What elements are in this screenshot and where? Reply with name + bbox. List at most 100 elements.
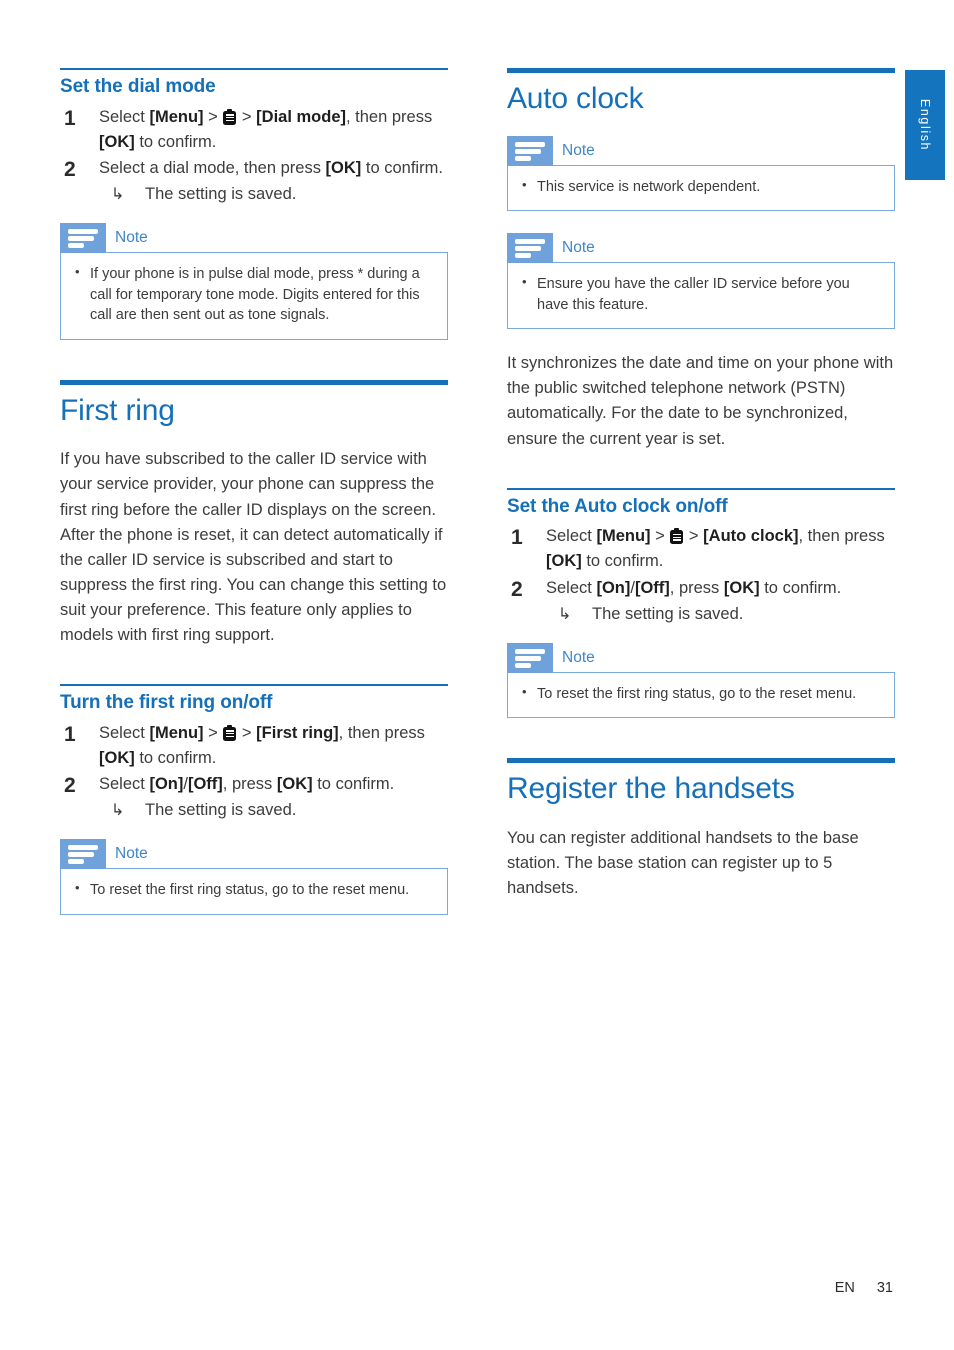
note-body: This service is network dependent.: [507, 164, 895, 212]
note-list: This service is network dependent.: [520, 176, 882, 198]
step-text: Select a dial mode, then press [OK] to c…: [99, 159, 443, 178]
emphasis-text: [Auto clock]: [703, 527, 799, 546]
step-item: 2 Select a dial mode, then press [OK] to…: [60, 156, 448, 207]
step-item: 1 Select [Menu] > > [Auto clock], then p…: [507, 524, 895, 574]
step-text: Select [Menu] > > [First ring], then pre…: [99, 723, 425, 767]
steps-set-auto-clock: 1 Select [Menu] > > [Auto clock], then p…: [507, 524, 895, 626]
note-title: Note: [562, 141, 595, 159]
paragraph-register-handsets: You can register additional handsets to …: [507, 828, 859, 898]
result-arrow-icon: ↳: [558, 605, 572, 623]
note-body: To reset the first ring status, go to th…: [507, 671, 895, 719]
emphasis-text: [OK]: [325, 159, 362, 178]
step-item: 1 Select [Menu] > > [First ring], then p…: [60, 721, 448, 771]
note-header: Note: [507, 135, 895, 166]
step-result-text: The setting is saved.: [145, 801, 297, 820]
step-text: Select [On]/[Off], press [OK] to confirm…: [99, 775, 395, 794]
section-register-handsets: Register the handsets You can register a…: [507, 758, 895, 901]
note-title: Note: [115, 229, 148, 247]
section-rule: [507, 487, 895, 490]
note-body: If your phone is in pulse dial mode, pre…: [60, 252, 448, 340]
steps-turn-first-ring: 1 Select [Menu] > > [First ring], then p…: [60, 721, 448, 823]
step-result: ↳ The setting is saved.: [99, 798, 448, 823]
note-icon: [60, 223, 106, 254]
emphasis-text: [Off]: [634, 578, 670, 597]
note-list: If your phone is in pulse dial mode, pre…: [73, 263, 435, 326]
step-text: Select [Menu] > > [Dial mode], then pres…: [99, 107, 433, 151]
emphasis-text: [First ring]: [256, 723, 339, 742]
note-header: Note: [60, 839, 448, 870]
menu-icon: [223, 724, 237, 741]
step-number: 2: [64, 774, 76, 798]
section-rule: [60, 684, 448, 686]
note-list: Ensure you have the caller ID service be…: [520, 273, 882, 315]
note-box-first-ring: Note To reset the first ring status, go …: [60, 839, 448, 915]
result-arrow-icon: ↳: [111, 186, 125, 204]
right-column: Auto clock Note This service is network …: [507, 68, 895, 919]
emphasis-text: [Menu]: [596, 527, 651, 546]
note-icon: [507, 233, 553, 264]
note-icon: [507, 135, 553, 166]
footer-page-number: 31: [876, 1280, 893, 1296]
note-icon: [60, 839, 106, 870]
heading-turn-first-ring-on-off: Turn the first ring on/off: [60, 692, 273, 713]
section-set-dial-mode: Set the dial mode 1 Select [Menu] > > [D…: [60, 68, 448, 340]
steps-set-dial-mode: 1 Select [Menu] > > [Dial mode], then pr…: [60, 105, 448, 207]
note-box-dial-mode: Note If your phone is in pulse dial mode…: [60, 223, 448, 340]
paragraph-first-ring: If you have subscribed to the caller ID …: [60, 450, 447, 644]
note-box-auto-clock-2: Note Ensure you have the caller ID servi…: [507, 233, 895, 330]
emphasis-text: [OK]: [546, 552, 582, 571]
note-title: Note: [562, 648, 595, 666]
step-item: 2 Select [On]/[Off], press [OK] to confi…: [507, 576, 895, 627]
emphasis-text: [Off]: [187, 775, 223, 794]
emphasis-text: [OK]: [99, 748, 135, 767]
note-title: Note: [562, 239, 595, 257]
emphasis-text: [OK]: [723, 578, 760, 597]
note-list-item: To reset the first ring status, go to th…: [73, 879, 435, 901]
note-list-item: Ensure you have the caller ID service be…: [520, 273, 882, 315]
menu-icon: [670, 528, 684, 545]
note-list-item: To reset the first ring status, go to th…: [520, 683, 882, 705]
step-result: ↳ The setting is saved.: [546, 602, 895, 627]
chapter-rule: [507, 758, 895, 764]
emphasis-text: [OK]: [99, 132, 135, 151]
emphasis-text: [OK]: [276, 775, 313, 794]
section-rule: [60, 68, 448, 70]
step-number: 1: [64, 106, 76, 130]
chapter-rule: [507, 68, 895, 73]
note-title: Note: [115, 845, 148, 863]
paragraph-auto-clock: It synchronizes the date and time on you…: [507, 354, 894, 448]
note-header: Note: [60, 223, 448, 254]
page-footer: EN 31: [0, 1280, 954, 1296]
heading-set-auto-clock-on-off: Set the Auto clock on/off: [507, 495, 728, 517]
language-side-tab: English: [905, 70, 945, 180]
left-column: Set the dial mode 1 Select [Menu] > > [D…: [60, 68, 448, 937]
step-item: 1 Select [Menu] > > [Dial mode], then pr…: [60, 105, 448, 155]
section-first-ring: First ring If you have subscribed to the…: [60, 379, 448, 915]
step-text: Select [Menu] > > [Auto clock], then pre…: [546, 527, 885, 571]
manual-page: English Set the dial mode 1 Select [Menu…: [0, 0, 954, 1350]
step-number: 2: [511, 577, 523, 601]
result-arrow-icon: ↳: [111, 802, 125, 820]
emphasis-text: [On]: [149, 775, 184, 794]
note-body: Ensure you have the caller ID service be…: [507, 262, 895, 330]
step-number: 2: [64, 158, 76, 182]
note-header: Note: [507, 642, 895, 673]
step-item: 2 Select [On]/[Off], press [OK] to confi…: [60, 772, 448, 823]
step-result-text: The setting is saved.: [145, 185, 297, 204]
note-header: Note: [507, 233, 895, 264]
emphasis-text: [Dial mode]: [256, 107, 346, 126]
note-body: To reset the first ring status, go to th…: [60, 868, 448, 915]
note-box-auto-clock-1: Note This service is network dependent.: [507, 135, 895, 212]
emphasis-text: [On]: [596, 578, 631, 597]
heading-register-handsets: Register the handsets: [507, 772, 795, 806]
emphasis-text: [Menu]: [149, 107, 204, 126]
note-icon: [507, 642, 553, 673]
chapter-rule: [60, 379, 448, 385]
step-result-text: The setting is saved.: [592, 604, 744, 623]
note-box-auto-clock-3: Note To reset the first ring status, go …: [507, 642, 895, 719]
heading-first-ring: First ring: [60, 393, 175, 427]
menu-icon: [223, 108, 237, 125]
heading-auto-clock: Auto clock: [507, 82, 644, 115]
heading-set-dial-mode: Set the dial mode: [60, 76, 216, 97]
note-list: To reset the first ring status, go to th…: [520, 683, 882, 705]
